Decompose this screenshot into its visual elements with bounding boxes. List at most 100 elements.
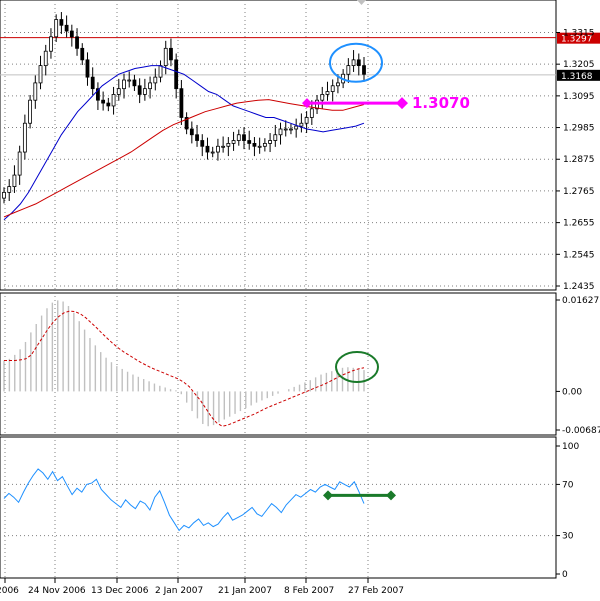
candle-body: [90, 76, 95, 90]
x-tick-label: 24 Nov 2006: [28, 586, 86, 596]
candle-body: [101, 99, 106, 104]
rsi-tick-label: 30: [562, 532, 574, 542]
rsi-line: [3, 468, 365, 532]
candle-body: [7, 186, 12, 193]
rsi-tick-label: 100: [562, 442, 579, 452]
candle-body: [189, 128, 194, 136]
candle-body: [54, 19, 59, 38]
candle-body: [231, 140, 236, 144]
candle-body: [273, 134, 278, 141]
level-annotation-label: 1.3070: [412, 94, 470, 112]
candle-body: [283, 128, 288, 131]
chart-window: 1.3297 1.3168 1.3315 1.3205 1.3095 1.2985 1.2…: [0, 0, 600, 601]
candle-body: [330, 85, 335, 92]
candle-body: [137, 85, 142, 95]
current-price-tag-label: 1.3168: [561, 72, 593, 82]
candle-body: [294, 125, 299, 130]
price-tick-label: 1.2655: [563, 219, 595, 229]
candle-body: [304, 117, 309, 124]
price-panel: 1.32971.3168: [0, 12, 600, 221]
candle-body: [132, 79, 137, 87]
candle-body: [33, 82, 38, 101]
candle-body: [142, 88, 147, 95]
candle-body: [64, 24, 69, 32]
x-tick-label: 13 Dec 2006: [91, 586, 149, 596]
osc-panel-frame: [0, 292, 557, 436]
candle-body: [169, 47, 173, 61]
x-tick-label: 27 Feb 2007: [348, 586, 404, 596]
candle-body: [158, 65, 163, 78]
candle-body: [247, 140, 252, 144]
candle-body: [2, 191, 6, 199]
price-tick-label: 1.3205: [563, 60, 595, 70]
price-tick-label: 1.2985: [563, 124, 595, 134]
highlight-circle-price: [329, 42, 383, 83]
price-tick-label: 1.3315: [563, 28, 595, 38]
candle-body: [111, 94, 116, 107]
candle-body: [351, 59, 356, 67]
rsi-arrow-start-icon: [323, 490, 333, 501]
rsi-panel: [3, 468, 396, 532]
candle-body: [28, 99, 32, 124]
candle-body: [122, 79, 126, 90]
candle-body: [200, 140, 205, 147]
candle-body: [278, 128, 283, 136]
candle-body: [127, 79, 132, 82]
axis-labels: 1.3315 1.3205 1.3095 1.2985 1.2875 1.2765 1.26…: [0, 28, 600, 596]
ma-fast-line: [3, 65, 365, 221]
candle-body: [325, 91, 330, 95]
price-tick-label: 1.2435: [563, 282, 595, 292]
candle-body: [262, 142, 267, 147]
candle-body: [289, 128, 293, 131]
candle-body: [17, 151, 22, 176]
x-tick-label: 21 Jan 2007: [218, 586, 272, 596]
candle-body: [174, 59, 179, 90]
candle-body: [38, 65, 43, 84]
candle-body: [12, 174, 17, 188]
candle-body: [320, 94, 325, 101]
candle-body: [163, 47, 168, 67]
candle-body: [148, 82, 152, 90]
candle-body: [226, 142, 231, 147]
candle-body: [85, 59, 90, 78]
candle-body: [116, 88, 121, 95]
price-tick-label: 1.2545: [563, 250, 595, 260]
candle-body: [221, 145, 226, 148]
x-tick-label: 8 Feb 2007: [284, 586, 334, 596]
candle-body: [336, 82, 340, 87]
scroll-marker-icon[interactable]: [357, 0, 366, 5]
candle-body: [356, 59, 361, 67]
rsi-panel-frame: [0, 436, 557, 579]
candle-body: [216, 145, 220, 153]
candle-body: [346, 65, 351, 75]
candle-body: [210, 151, 215, 154]
candle-body: [69, 30, 74, 38]
rsi-arrow-end-icon: [386, 490, 396, 501]
price-panel-frame: [0, 0, 557, 291]
candle-body: [252, 142, 257, 147]
grid-lines: [0, 0, 556, 578]
price-tick-label: 1.2875: [563, 155, 595, 165]
oscillator-panel: [3, 300, 379, 427]
candle-body: [236, 134, 241, 141]
candle-body: [195, 134, 199, 141]
price-tick-label: 1.3095: [563, 92, 595, 102]
candle-body: [242, 134, 246, 141]
highlight-circle-oscillator: [335, 351, 379, 383]
x-tick-label: 2006: [0, 586, 19, 596]
candle-body: [257, 145, 262, 148]
candle-body: [179, 88, 184, 118]
candle-body: [153, 76, 158, 84]
candle-body: [205, 145, 210, 153]
osc-tick-label: 0.01627: [562, 296, 599, 306]
chart-canvas[interactable]: 1.32971.3168 1.3315 1.3205 1.3095 1.2985 1.2…: [0, 0, 600, 601]
candle-body: [59, 19, 64, 26]
candle-body: [80, 47, 85, 61]
candle-body: [106, 102, 111, 107]
candle-body: [268, 140, 272, 144]
price-tick-label: 1.2765: [563, 187, 595, 197]
rsi-tick-label: 70: [562, 480, 574, 490]
candle-body: [309, 108, 314, 118]
candle-body: [362, 65, 366, 75]
level-arrow-end-icon: [396, 97, 408, 110]
